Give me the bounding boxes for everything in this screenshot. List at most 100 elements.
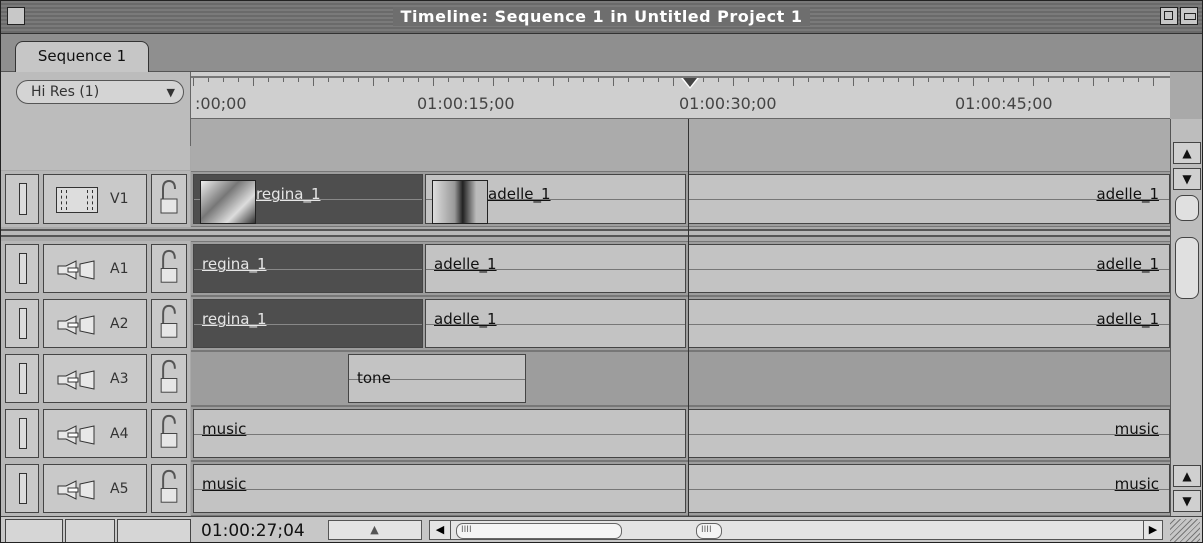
ruler-tick: [328, 78, 329, 82]
track-area-a5[interactable]: music music: [191, 461, 1170, 516]
scroll-down-arrow-icon[interactable]: ▼: [1173, 168, 1201, 190]
ruler-tick: [238, 78, 239, 82]
video-scroll-thumb[interactable]: [1175, 195, 1199, 221]
track-label: A5: [110, 480, 129, 497]
clip-name: regina_1: [202, 310, 267, 328]
ruler-tick: [358, 78, 359, 82]
clip-name: adelle_1: [1096, 310, 1159, 328]
rt-render-menu[interactable]: Hi Res (1) ▼: [16, 80, 184, 104]
ruler-tick: [628, 78, 629, 82]
tab-sequence-1[interactable]: Sequence 1: [15, 41, 149, 73]
ruler-tick: [1123, 78, 1124, 82]
track-area-a4[interactable]: music music: [191, 406, 1170, 461]
lock-icon[interactable]: [151, 354, 187, 403]
track-label: V1: [110, 191, 129, 207]
lock-icon[interactable]: [151, 244, 187, 293]
scroll-right-arrow-icon[interactable]: ▶: [1143, 520, 1163, 540]
ruler-tick: [313, 78, 314, 86]
ruler-tick: [418, 78, 419, 82]
clip-level-line: [689, 488, 1169, 490]
scroll-down-arrow-icon-2[interactable]: ▼: [1173, 490, 1201, 512]
clip-adelle-1[interactable]: adelle_1: [425, 299, 686, 348]
lock-icon[interactable]: [151, 174, 187, 224]
track-visibility-toggle[interactable]: [5, 299, 39, 348]
ruler-label-2: 01:00:30;00: [679, 94, 777, 113]
track-visibility-toggle[interactable]: [5, 464, 39, 513]
lock-icon[interactable]: [151, 409, 187, 458]
speaker-icon: [56, 314, 96, 335]
clip-music[interactable]: music: [193, 464, 686, 513]
clip-music[interactable]: music: [688, 409, 1170, 458]
clip-name: adelle_1: [1096, 185, 1159, 203]
track-size-icon[interactable]: [117, 519, 191, 542]
vertical-scrollbar[interactable]: ▲ ▼ ▲ ▼: [1170, 119, 1202, 516]
ruler-tick: [388, 78, 389, 82]
title-bar[interactable]: Timeline: Sequence 1 in Untitled Project…: [1, 1, 1202, 34]
ruler-tick: [793, 78, 794, 86]
clip-music[interactable]: music: [193, 409, 686, 458]
scroll-up-arrow-icon-2[interactable]: ▲: [1173, 465, 1201, 487]
clip-regina-1[interactable]: regina_1: [193, 174, 423, 224]
clip-name: tone: [357, 369, 391, 387]
lock-icon[interactable]: [151, 299, 187, 348]
track-area-v1[interactable]: regina_1 adelle_1 adelle_1: [191, 171, 1170, 227]
collapse-box[interactable]: [1180, 7, 1198, 25]
track-patch-a1[interactable]: A1: [43, 244, 147, 293]
zoom-slider[interactable]: ▲: [328, 520, 422, 540]
empty-track-area[interactable]: [191, 119, 1170, 171]
current-timecode[interactable]: 01:00:27;04: [201, 521, 305, 541]
ruler-tick: [1048, 78, 1049, 82]
clip-name: adelle_1: [434, 255, 497, 273]
track-patch-a4[interactable]: A4: [43, 409, 147, 458]
clip-adelle-1[interactable]: adelle_1: [425, 174, 686, 224]
track-patch-v1[interactable]: V1: [43, 174, 147, 224]
clip-adelle-1[interactable]: adelle_1: [688, 244, 1170, 293]
lock-icon[interactable]: [151, 464, 187, 513]
ruler-tick: [1093, 78, 1094, 86]
track-area-a1[interactable]: regina_1 adelle_1 adelle_1: [191, 241, 1170, 296]
scroll-thumb-left[interactable]: IIII: [456, 523, 622, 539]
scroll-up-arrow-icon[interactable]: ▲: [1173, 142, 1201, 164]
track-patch-a3[interactable]: A3: [43, 354, 147, 403]
speaker-icon: [56, 369, 96, 390]
track-height-icon[interactable]: [5, 519, 63, 542]
ruler-tick: [703, 78, 704, 82]
speaker-icon: [56, 479, 96, 500]
ruler-tick: [928, 78, 929, 82]
clip-adelle-1[interactable]: adelle_1: [688, 174, 1170, 224]
clip-name: music: [202, 420, 247, 438]
ruler-tick: [1018, 78, 1019, 82]
track-patch-a2[interactable]: A2: [43, 299, 147, 348]
track-area-a2[interactable]: regina_1 adelle_1 adelle_1: [191, 296, 1170, 351]
clip-adelle-1[interactable]: adelle_1: [425, 244, 686, 293]
clip-adelle-1[interactable]: adelle_1: [688, 299, 1170, 348]
scroll-left-arrow-icon[interactable]: ◀: [430, 521, 451, 539]
speaker-icon: [56, 424, 96, 445]
track-visibility-toggle[interactable]: [5, 174, 39, 224]
scroll-thumb-mid[interactable]: IIII: [696, 523, 722, 539]
playhead-line: [688, 119, 689, 516]
audio-scroll-thumb[interactable]: [1175, 237, 1199, 299]
zoom-box[interactable]: [1160, 7, 1178, 25]
clip-name: music: [1114, 475, 1159, 493]
clip-regina-1[interactable]: regina_1: [193, 244, 423, 293]
clip-tone[interactable]: tone: [348, 354, 526, 403]
ruler-tick: [778, 78, 779, 82]
clip-level-line: [689, 433, 1169, 435]
clip-regina-1[interactable]: regina_1: [193, 299, 423, 348]
ruler-tick: [1153, 78, 1154, 86]
resize-grip-icon[interactable]: [1170, 519, 1200, 542]
track-header-a2: A2: [1, 296, 190, 351]
track-patch-a5[interactable]: A5: [43, 464, 147, 513]
track-visibility-toggle[interactable]: [5, 244, 39, 293]
clip-music[interactable]: music: [688, 464, 1170, 513]
clip-overlays-icon[interactable]: [65, 519, 115, 542]
ruler-tick: [253, 78, 254, 86]
horizontal-scrollbar[interactable]: ◀ IIII IIII: [429, 520, 1147, 540]
ruler-tick: [658, 78, 659, 82]
clip-name: music: [1114, 420, 1159, 438]
video-audio-separator[interactable]: [1, 229, 1170, 237]
track-area-a3[interactable]: tone: [191, 351, 1170, 406]
track-visibility-toggle[interactable]: [5, 409, 39, 458]
track-visibility-toggle[interactable]: [5, 354, 39, 403]
